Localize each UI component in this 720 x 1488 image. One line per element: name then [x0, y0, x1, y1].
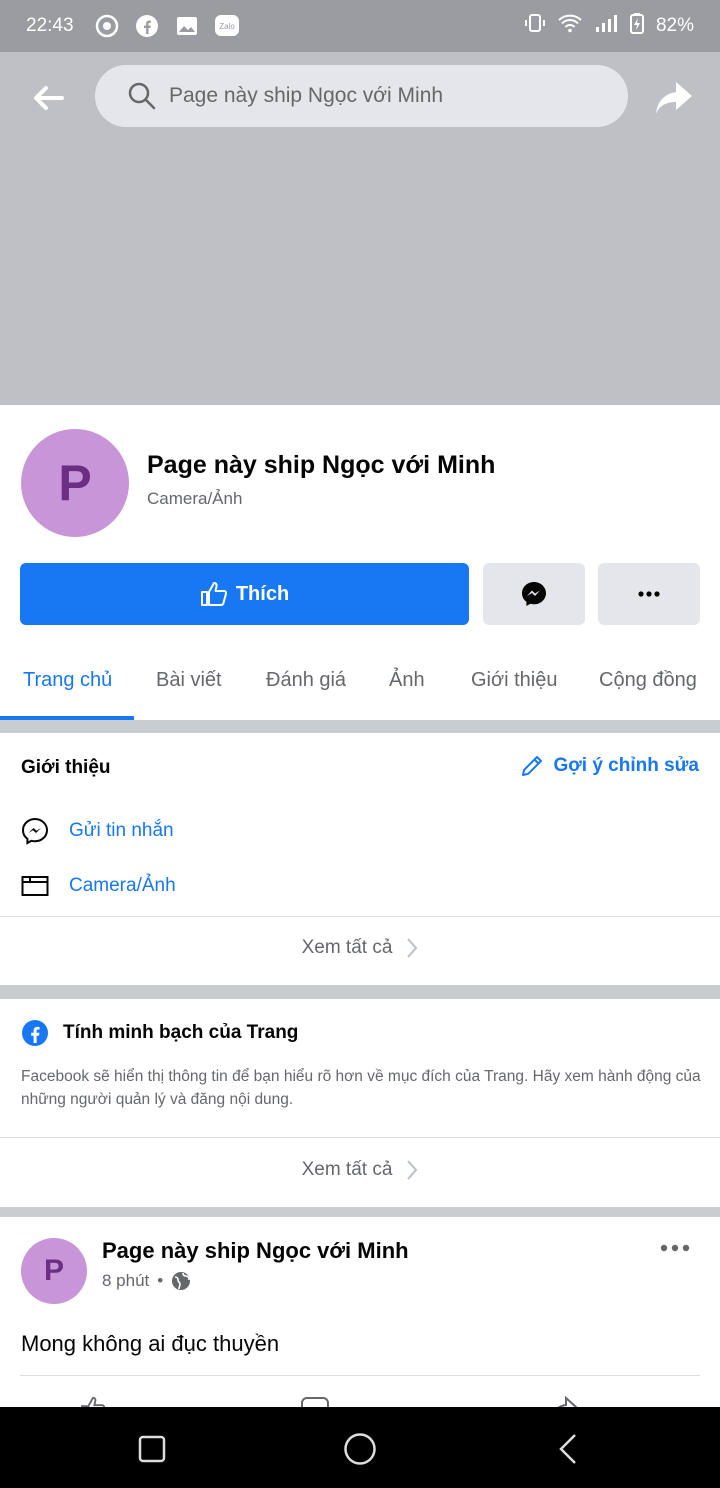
- category-row[interactable]: Camera/Ảnh: [21, 874, 176, 898]
- chevron-right-icon: [407, 938, 418, 958]
- tab-home[interactable]: Trang chủ: [23, 669, 112, 692]
- chevron-left-icon: [559, 1434, 576, 1464]
- globe-icon: [172, 1272, 191, 1290]
- post-author-avatar[interactable]: P: [21, 1238, 87, 1304]
- ellipsis-icon: [660, 1244, 690, 1252]
- post-share-button[interactable]: [550, 1396, 578, 1407]
- category-label: Camera/Ảnh: [69, 875, 176, 896]
- post-card: P Page này ship Ngọc với Minh 8 phút • M…: [0, 1217, 720, 1407]
- battery-level: 82%: [655, 15, 694, 36]
- section-divider: [0, 985, 720, 999]
- recent-apps-button[interactable]: [132, 1429, 172, 1469]
- see-all-label: Xem tất cả: [301, 937, 393, 958]
- transparency-see-all[interactable]: Xem tất cả: [0, 1159, 720, 1181]
- page-avatar[interactable]: P: [21, 429, 129, 537]
- back-button[interactable]: [26, 76, 70, 120]
- battery-icon: [629, 12, 644, 40]
- page-tabs: Trang chủ Bài viết Đánh giá Ảnh Giới thi…: [0, 643, 720, 721]
- tab-photos[interactable]: Ảnh: [389, 669, 425, 692]
- search-icon: [128, 82, 156, 110]
- tab-community[interactable]: Cộng đồng: [599, 669, 697, 692]
- square-icon: [138, 1435, 166, 1463]
- meta-separator: •: [157, 1271, 164, 1290]
- avatar-letter: P: [43, 1254, 64, 1287]
- tab-about[interactable]: Giới thiệu: [471, 669, 557, 692]
- page-profile: P Page này ship Ngọc với Minh Camera/Ảnh…: [0, 405, 720, 720]
- messenger-icon: [21, 817, 49, 845]
- transparency-title-text: Tính minh bạch của Trang: [63, 1022, 299, 1043]
- post-meta: 8 phút •: [102, 1271, 191, 1291]
- ellipsis-icon: [638, 591, 660, 597]
- post-comment-button[interactable]: [300, 1396, 330, 1407]
- transparency-title: Tính minh bạch của Trang: [21, 1019, 298, 1047]
- zalo-icon: Zalo: [214, 13, 240, 39]
- row-divider: [0, 916, 720, 917]
- wifi-icon: [558, 13, 582, 39]
- transparency-section: Tính minh bạch của Trang Facebook sẽ hiể…: [0, 999, 720, 1207]
- send-message-label: Gửi tin nhắn: [69, 820, 174, 841]
- message-button[interactable]: [483, 563, 585, 625]
- search-placeholder: Page này ship Ngọc với Minh: [169, 84, 444, 107]
- section-divider: [0, 1207, 720, 1217]
- tab-reviews[interactable]: Đánh giá: [266, 669, 346, 692]
- category-icon: [21, 876, 49, 896]
- like-label: Thích: [235, 582, 290, 605]
- about-title: Giới thiệu: [21, 757, 111, 778]
- thumbs-up-icon: [200, 582, 227, 606]
- pencil-icon: [522, 756, 543, 776]
- back-nav-button[interactable]: [548, 1429, 588, 1469]
- arrow-left-icon: [34, 86, 64, 110]
- post-time[interactable]: 8 phút: [102, 1271, 149, 1291]
- see-all-label: Xem tất cả: [301, 1159, 393, 1180]
- share-button[interactable]: [650, 74, 698, 122]
- signal-icon: [594, 13, 618, 39]
- more-options-button[interactable]: [598, 563, 700, 625]
- status-bar: 22:43 Zalo 82%: [0, 0, 720, 52]
- suggest-edit-label: Gợi ý chỉnh sửa: [553, 755, 699, 776]
- zalo-icon-label: Zalo: [219, 22, 235, 31]
- share-arrow-icon: [656, 82, 692, 114]
- messenger-icon: [522, 582, 546, 606]
- post-text: Mong không ai đục thuyền: [21, 1331, 280, 1356]
- circle-icon: [344, 1433, 376, 1465]
- post-author-name[interactable]: Page này ship Ngọc với Minh: [102, 1238, 409, 1264]
- post-options-button[interactable]: [660, 1239, 690, 1257]
- home-button[interactable]: [340, 1429, 380, 1469]
- post-like-button[interactable]: [80, 1396, 106, 1407]
- suggest-edit-link[interactable]: Gợi ý chỉnh sửa: [519, 753, 699, 779]
- search-bar[interactable]: Page này ship Ngọc với Minh: [95, 65, 628, 127]
- like-button[interactable]: Thích: [20, 563, 469, 625]
- post-actions-bar: [20, 1375, 700, 1407]
- facebook-logo-icon: [22, 1020, 48, 1046]
- share-icon: [557, 1396, 578, 1407]
- avatar-letter: P: [58, 455, 92, 511]
- transparency-text: Facebook sẽ hiển thị thông tin để bạn hi…: [21, 1068, 701, 1108]
- page-name[interactable]: Page này ship Ngọc với Minh: [147, 451, 495, 480]
- chrome-icon: [94, 13, 120, 39]
- system-nav-bar: [0, 1407, 720, 1488]
- about-see-all[interactable]: Xem tất cả: [0, 937, 720, 959]
- about-section: Giới thiệu Gợi ý chỉnh sửa Gửi tin nhắn …: [0, 733, 720, 985]
- gallery-icon: [174, 13, 200, 39]
- page-category: Camera/Ảnh: [147, 489, 243, 508]
- send-message-row[interactable]: Gửi tin nhắn: [21, 817, 174, 845]
- row-divider: [0, 1137, 720, 1138]
- vibrate-icon: [524, 12, 546, 40]
- facebook-icon: [134, 13, 160, 39]
- chevron-right-icon: [407, 1160, 418, 1180]
- comment-icon: [301, 1397, 329, 1407]
- tab-posts[interactable]: Bài viết: [156, 669, 222, 692]
- section-divider: [0, 720, 720, 733]
- cover-photo: Page này ship Ngọc với Minh: [0, 52, 720, 405]
- thumbs-up-icon: [81, 1396, 106, 1407]
- status-time: 22:43: [26, 15, 74, 36]
